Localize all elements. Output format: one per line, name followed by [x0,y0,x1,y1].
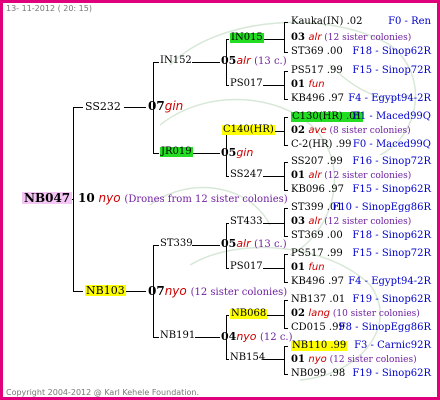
sire-id: SS232 [85,100,121,113]
root-queen: NB047 [22,191,73,205]
gen3-ps017a: PS017 [230,78,263,89]
gen4-id: KB496 .97 [291,93,344,104]
gen3-in015: IN015 [230,32,264,43]
gen4-id: KB496 .97 [291,276,344,287]
root-note: (Drones from 12 sister colonies) [124,194,288,205]
gen4-generation: 03 alr (12 sister colonies) [291,32,412,43]
gen4-origin: F8 - SinopEgg86R [338,322,431,333]
gen4-origin: F4 - Egypt94-2R [348,276,431,287]
gen4-origin: F15 - Sinop62R [352,184,431,195]
gen2-in152: IN152 [160,55,192,66]
gen4-id: Kauka(IN) .02 [291,16,363,27]
copyright: Copyright 2004-2012 @ Karl Kehele Founda… [6,388,200,397]
border-top [0,0,440,3]
gen4-origin: F0 - Maced99Q [352,139,431,150]
gen4-generation: 02 ave (8 sister colonies) [291,125,411,136]
dam-generation: 07nyo (12 sister colonies) [148,284,288,298]
gen3-ps017b: PS017 [230,261,263,272]
gen2-in152-generation: 05alr (13 c.) [221,54,287,67]
gen4-origin: F10 - SinopEgg86R [332,202,431,213]
gen2-st339-generation: 05alr (13 c.) [221,237,287,250]
gen2-jr019: JR019 [160,146,193,157]
gen4-origin: F1 - Maced99Q [352,111,431,122]
gen4-generation: 01 alr (12 sister colonies) [291,170,412,181]
gen4-id: NB110 .99 [291,340,348,351]
gen4-origin: F0 - Ren [388,16,431,27]
gen4-id: SS207 .99 [291,156,343,167]
root-line: nyo [98,191,121,205]
gen4-origin: F19 - Sinop62R [352,368,431,379]
gen3-nb154: NB154 [230,352,266,363]
root-generation: 10 nyo (Drones from 12 sister colonies) [78,192,288,205]
border-left [0,0,3,400]
gen4-origin: F19 - Sinop62R [352,294,431,305]
gen4-origin: F4 - Egypt94-2R [348,93,431,104]
gen4-id: PS517 .99 [291,248,343,259]
gen4-generation: 01 fun [291,262,325,273]
gen4-origin: F16 - Sinop72R [352,156,431,167]
dam-id: NB103 [85,284,126,297]
pedigree-chart: 13- 11-2012 ( 20: 15) Copyright 2004-201… [0,0,440,400]
gen4-id: NB099 .98 [291,368,346,379]
gen2-nb191-generation: 04nyo (12 c.) [221,330,293,343]
gen4-origin: F18 - Sinop62R [352,230,431,241]
gen3-st433: ST433 [230,216,263,227]
header-date: 13- 11-2012 ( 20: 15) [6,4,92,13]
gen4-id: ST369 .00 [291,230,343,241]
gen4-id: KB096 .97 [291,184,344,195]
gen2-st339: ST339 [160,238,193,249]
gen2-nb191: NB191 [160,330,196,341]
gen4-origin: F15 - Sinop72R [352,65,431,76]
gen4-generation: 02 lang (10 sister colonies) [291,308,420,319]
gen3-nb068: NB068 [230,308,268,319]
gen4-id: NB137 .01 [291,294,346,305]
gen3-c140: C140(HR) [222,124,275,135]
gen4-origin: F3 - Carnic92R [354,340,431,351]
gen4-generation: 01 fun [291,79,325,90]
gen4-origin: F15 - Sinop72R [352,248,431,259]
gen4-generation: 03 alr (12 sister colonies) [291,216,412,227]
gen4-generation: 01 nyo (12 sister colonies) [291,354,417,365]
sire-generation: 07gin [148,99,184,113]
root-year: 10 [78,191,95,205]
gen2-jr019-generation: 05gin [221,146,254,159]
gen4-id: PS517 .99 [291,65,343,76]
gen3-ss247: SS247 [230,169,263,180]
gen4-id: C-2(HR) .99 [291,139,352,150]
gen4-id: ST369 .00 [291,46,343,57]
gen4-origin: F18 - Sinop62R [352,46,431,57]
gen4-id: CD015 .99 [291,322,345,333]
